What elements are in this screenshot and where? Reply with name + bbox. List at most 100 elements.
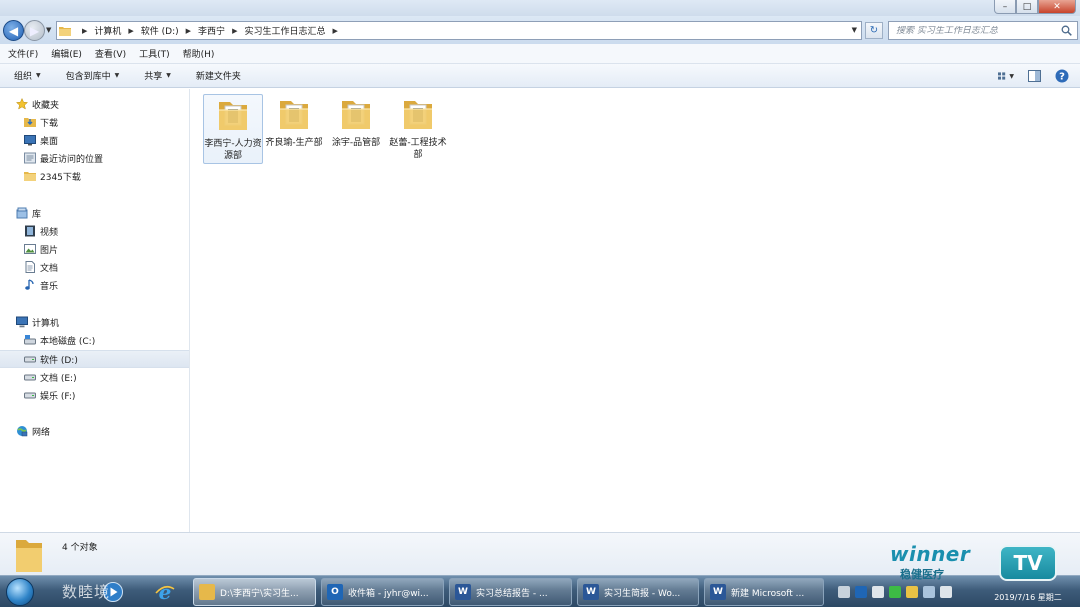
nav-drive-d-label: 软件 (D:) [40, 355, 78, 366]
breadcrumb-drive-d[interactable]: 软件 (D:) ▶ [141, 24, 198, 38]
drive-icon [24, 356, 36, 363]
nav-computer[interactable]: 计算机 [16, 313, 59, 331]
include-library-button[interactable]: 包含到库中 ▼ [66, 69, 120, 82]
nav-music[interactable]: 音乐 [24, 276, 58, 294]
media-player-quicklaunch[interactable] [100, 579, 126, 605]
menu-view[interactable]: 查看(V) [95, 47, 126, 60]
security-icon[interactable] [889, 586, 901, 598]
nav-desktop[interactable]: 桌面 [24, 131, 58, 149]
folder-icon [404, 101, 432, 129]
command-bar-right: ▼ ? [986, 68, 1070, 84]
taskbar-word-brief[interactable]: W 实习生简报 - Wo... [577, 578, 699, 606]
view-options-button[interactable]: ▼ [998, 68, 1014, 84]
nav-network[interactable]: 网络 [16, 422, 50, 440]
include-library-label: 包含到库中 [65, 72, 111, 82]
drive-icon [24, 374, 36, 381]
nav-recent-places[interactable]: 最近访问的位置 [24, 149, 103, 167]
menu-file[interactable]: 文件(F) [8, 47, 38, 60]
search-icon[interactable] [1061, 25, 1072, 36]
nav-2345-downloads[interactable]: 2345下载 [24, 167, 81, 185]
nav-downloads[interactable]: 下载 [24, 113, 58, 131]
start-button[interactable] [6, 578, 34, 606]
nav-videos[interactable]: 视频 [24, 222, 58, 240]
menu-help[interactable]: 帮助(H) [183, 47, 215, 60]
close-button[interactable]: ✕ [1038, 0, 1076, 14]
menu-edit[interactable]: 编辑(E) [51, 47, 82, 60]
nav-computer-label: 计算机 [32, 318, 60, 329]
breadcrumb-sep[interactable]: ▶ [75, 27, 94, 35]
music-note-icon [25, 279, 34, 290]
documents-icon [25, 261, 35, 273]
nav-drive-c[interactable]: 本地磁盘 (C:) [24, 331, 95, 349]
outlook-tray-icon[interactable] [855, 586, 867, 598]
svg-text:e: e [159, 581, 172, 603]
item-count: 4 个对象 [62, 543, 98, 553]
folder-item[interactable]: 李西宁-人力资源部 [203, 94, 263, 164]
help-icon: ? [1055, 69, 1069, 83]
address-bar[interactable]: ▶ 计算机 ▶ 软件 (D:) ▶ 李西宁 ▶ 实习生工作日志汇总 ▶ ▼ [56, 21, 862, 40]
nav-libraries[interactable]: 库 [16, 204, 41, 222]
breadcrumb-computer[interactable]: 计算机 ▶ [94, 24, 140, 38]
taskbar-clock[interactable]: 2019/7/16 星期二 [978, 580, 1078, 604]
flag-icon[interactable] [906, 586, 918, 598]
media-player-icon [103, 582, 123, 602]
preview-pane-button[interactable] [1026, 68, 1042, 84]
nav-favorites[interactable]: 收藏夹 [16, 95, 59, 113]
system-tray [838, 580, 968, 604]
taskbar-outlook-label: 收件箱 - jyhr@wi... [348, 588, 429, 599]
back-button[interactable]: ◀ [3, 20, 24, 41]
refresh-button[interactable]: ↻ [865, 22, 883, 39]
taskbar-word-brief-label: 实习生简报 - Wo... [604, 588, 681, 599]
nav-drive-e-label: 文档 (E:) [40, 373, 77, 384]
taskbar-explorer-label: D:\李西宁\实习生... [220, 588, 299, 599]
new-folder-button[interactable]: 新建文件夹 [196, 69, 241, 82]
nav-music-label: 音乐 [40, 281, 59, 292]
forward-button[interactable]: ▶ [24, 20, 45, 41]
search-input[interactable] [896, 25, 1056, 36]
folder-item[interactable]: 齐良瑜-生产部 [264, 94, 324, 164]
help-button[interactable]: ? [1054, 68, 1070, 84]
folder-item[interactable]: 赵蕾-工程技术部 [388, 94, 448, 164]
keyboard-icon[interactable] [838, 586, 850, 598]
computer-icon [16, 316, 28, 328]
taskbar-explorer[interactable]: D:\李西宁\实习生... [193, 578, 316, 606]
nav-pictures[interactable]: 图片 [24, 240, 58, 258]
nav-desktop-label: 桌面 [40, 136, 59, 147]
word-icon: W [455, 584, 471, 600]
nav-drive-e[interactable]: 文档 (E:) [24, 368, 77, 386]
nav-drive-f[interactable]: 娱乐 (F:) [24, 386, 75, 404]
folder-icon [199, 584, 215, 600]
printer-icon[interactable] [872, 586, 884, 598]
taskbar-outlook[interactable]: O 收件箱 - jyhr@wi... [321, 578, 444, 606]
address-dropdown[interactable]: ▼ [852, 26, 857, 34]
window-controls: – □ ✕ [994, 0, 1076, 14]
folder-item[interactable]: 涂宇-品管部 [326, 94, 386, 164]
command-bar: 组织 ▼ 包含到库中 ▼ 共享 ▼ 新建文件夹 ▼ ? [0, 64, 1080, 88]
taskbar-word-new[interactable]: W 新建 Microsoft ... [704, 578, 824, 606]
downloads-folder-icon [24, 118, 36, 127]
address-row: ◀ ▶ ▼ ▶ 计算机 ▶ 软件 (D:) ▶ 李西宁 ▶ 实习生工作日志汇总 ▶ ▼ … [0, 16, 1080, 44]
folder-icon [280, 101, 308, 129]
breadcrumb-current[interactable]: 实习生工作日志汇总 ▶ [244, 24, 344, 38]
share-button[interactable]: 共享 ▼ [144, 69, 171, 82]
nav-drive-d[interactable]: 软件 (D:) [24, 350, 78, 368]
volume-icon[interactable] [940, 586, 952, 598]
recent-pages-dropdown[interactable]: ▼ [46, 26, 51, 34]
menu-tools[interactable]: 工具(T) [139, 47, 170, 60]
nav-videos-label: 视频 [40, 227, 59, 238]
minimize-button[interactable]: – [994, 0, 1016, 14]
ie-quicklaunch[interactable]: e [152, 579, 178, 605]
organize-button[interactable]: 组织 ▼ [14, 69, 41, 82]
taskbar-word-report[interactable]: W 实习总结报告 - ... [449, 578, 572, 606]
file-list-area[interactable]: 李西宁-人力资源部 齐良瑜-生产部 涂宇-品管部 赵蕾-工程技术部 [191, 89, 1080, 532]
maximize-button[interactable]: □ [1016, 0, 1038, 14]
clock-date: 2019/7/16 星期二 [994, 593, 1062, 602]
network-tray-icon[interactable] [923, 586, 935, 598]
share-label: 共享 [144, 72, 163, 82]
nav-documents[interactable]: 文档 [24, 258, 58, 276]
desktop-icon [24, 135, 36, 146]
breadcrumb-user[interactable]: 李西宁 ▶ [198, 24, 244, 38]
chevron-down-icon: ▼ [166, 72, 171, 79]
folder-label: 涂宇-品管部 [331, 138, 381, 148]
star-icon [16, 98, 28, 110]
